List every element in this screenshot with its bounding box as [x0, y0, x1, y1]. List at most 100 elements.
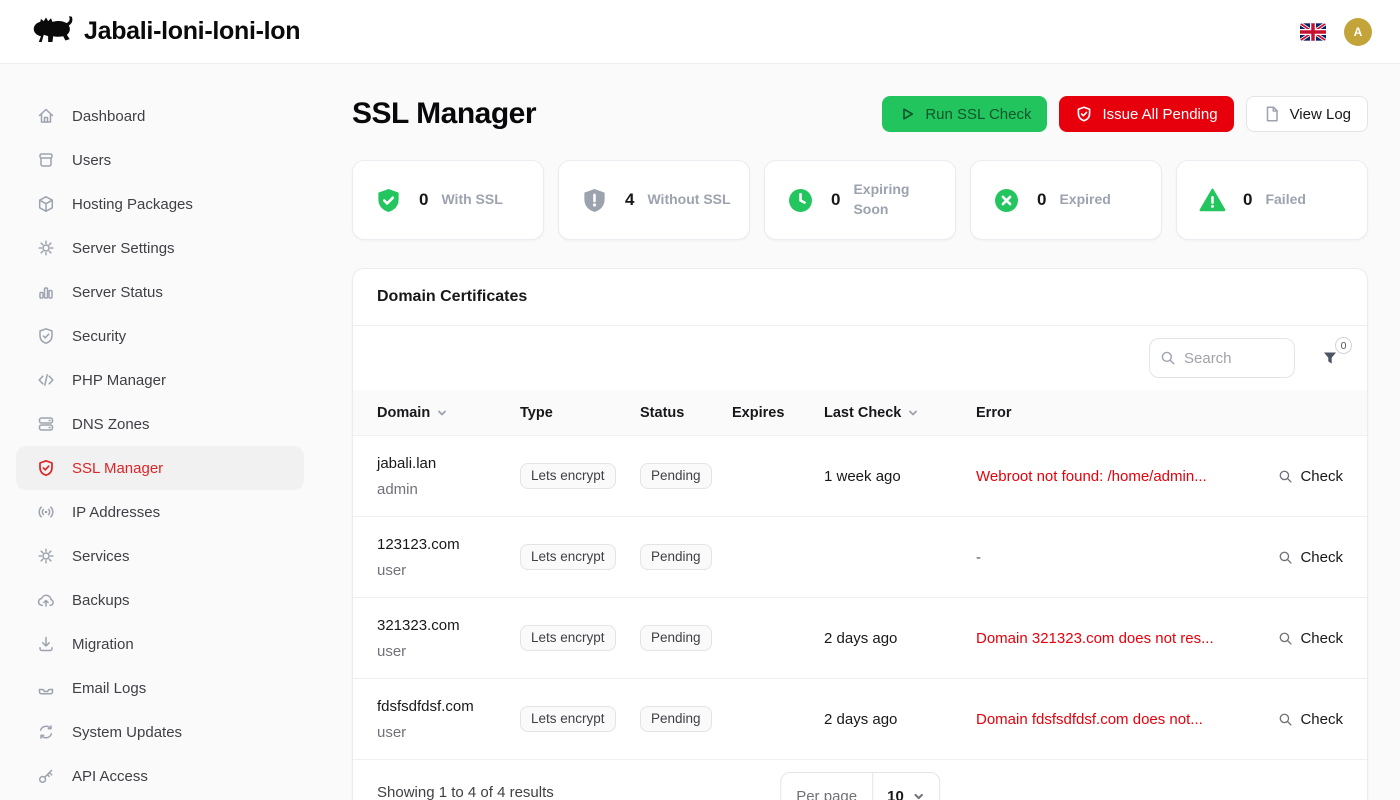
sidebar-item-php-manager[interactable]: PHP Manager — [16, 358, 304, 402]
boar-logo-icon — [28, 13, 74, 50]
document-icon — [1263, 105, 1281, 123]
code-icon — [36, 370, 56, 390]
top-header: Jabali-loni-loni-lon A — [0, 0, 1400, 64]
type-badge: Lets encrypt — [520, 544, 616, 570]
sidebar-item-system-updates[interactable]: System Updates — [16, 710, 304, 754]
stat-label: Expiring Soon — [853, 180, 939, 219]
last-check-cell: 1 week ago — [824, 468, 976, 485]
check-button[interactable]: Check — [1243, 630, 1343, 647]
sidebar-item-dashboard[interactable]: Dashboard — [16, 94, 304, 138]
sidebar-item-users[interactable]: Users — [16, 138, 304, 182]
column-last-check[interactable]: Last Check — [824, 405, 976, 421]
column-expires: Expires — [732, 405, 824, 421]
sidebar-item-dns-zones[interactable]: DNS Zones — [16, 402, 304, 446]
sidebar: Dashboard Users Hosting Packages Server … — [0, 64, 320, 800]
stat-value: 0 — [419, 190, 428, 210]
results-summary: Showing 1 to 4 of 4 results — [377, 784, 554, 800]
cube-icon — [36, 194, 56, 214]
sidebar-item-ip-addresses[interactable]: IP Addresses — [16, 490, 304, 534]
stat-value: 4 — [625, 190, 634, 210]
per-page-label: Per page — [781, 773, 873, 800]
check-button[interactable]: Check — [1243, 711, 1343, 728]
status-badge: Pending — [640, 544, 712, 570]
shield-check-icon — [375, 187, 402, 214]
brand[interactable]: Jabali-loni-loni-lon — [28, 13, 300, 50]
magnifier-icon — [1278, 712, 1293, 727]
stat-value: 0 — [831, 190, 840, 210]
last-check-cell: 2 days ago — [824, 630, 976, 647]
sidebar-item-server-settings[interactable]: Server Settings — [16, 226, 304, 270]
per-page-value: 10 — [887, 788, 904, 800]
sidebar-item-migration[interactable]: Migration — [16, 622, 304, 666]
gear-icon — [36, 238, 56, 258]
table-row: 123123.com user Lets encrypt Pending - C… — [353, 517, 1367, 598]
stats-row: 0 With SSL 4 Without SSL 0 Expiring Soon — [352, 160, 1368, 240]
refresh-icon — [36, 722, 56, 742]
domain-owner: user — [377, 562, 520, 579]
shield-check-icon — [36, 458, 56, 478]
check-button[interactable]: Check — [1243, 549, 1343, 566]
type-badge: Lets encrypt — [520, 625, 616, 651]
error-cell: Domain fdsfsdfdsf.com does not... — [976, 711, 1243, 728]
search-icon — [1160, 350, 1176, 366]
stat-label: With SSL — [441, 190, 527, 210]
stat-label: Without SSL — [647, 190, 733, 210]
cloud-upload-icon — [36, 590, 56, 610]
key-icon — [36, 766, 56, 786]
sidebar-item-services[interactable]: Services — [16, 534, 304, 578]
card-title: Domain Certificates — [377, 288, 1343, 306]
status-badge: Pending — [640, 625, 712, 651]
page-title: SSL Manager — [352, 97, 536, 131]
per-page-select[interactable]: Per page 10 — [780, 772, 940, 800]
magnifier-icon — [1278, 631, 1293, 646]
bar-chart-icon — [36, 282, 56, 302]
stat-card-failed: 0 Failed — [1176, 160, 1368, 240]
server-stack-icon — [36, 414, 56, 434]
stat-card-expiring-soon: 0 Expiring Soon — [764, 160, 956, 240]
sidebar-item-hosting-packages[interactable]: Hosting Packages — [16, 182, 304, 226]
column-domain[interactable]: Domain — [377, 405, 520, 421]
table-header: Domain Type Status Expires Last Check Er… — [353, 390, 1367, 436]
main-content: SSL Manager Run SSL Check Issue All Pend… — [320, 64, 1400, 800]
table-row: 321323.com user Lets encrypt Pending 2 d… — [353, 598, 1367, 679]
check-button[interactable]: Check — [1243, 468, 1343, 485]
domain-owner: admin — [377, 481, 520, 498]
language-flag-icon[interactable] — [1300, 23, 1326, 41]
domain-name: jabali.lan — [377, 455, 520, 472]
clock-icon — [787, 187, 814, 214]
view-log-button[interactable]: View Log — [1246, 96, 1368, 132]
sidebar-item-backups[interactable]: Backups — [16, 578, 304, 622]
user-avatar[interactable]: A — [1344, 18, 1372, 46]
play-icon — [898, 105, 916, 123]
chevron-down-icon — [912, 790, 925, 800]
table-toolbar: 0 — [353, 326, 1367, 390]
type-badge: Lets encrypt — [520, 706, 616, 732]
domain-certificates-card: Domain Certificates 0 Domain Type — [352, 268, 1368, 800]
status-badge: Pending — [640, 463, 712, 489]
table-row: jabali.lan admin Lets encrypt Pending 1 … — [353, 436, 1367, 517]
error-cell: Domain 321323.com does not res... — [976, 630, 1243, 647]
sidebar-item-ssl-manager[interactable]: SSL Manager — [16, 446, 304, 490]
domain-owner: user — [377, 724, 520, 741]
sidebar-item-email-logs[interactable]: Email Logs — [16, 666, 304, 710]
shield-exclamation-icon — [581, 187, 608, 214]
stat-card-with-ssl: 0 With SSL — [352, 160, 544, 240]
sidebar-item-api-access[interactable]: API Access — [16, 754, 304, 798]
warning-triangle-icon — [1199, 187, 1226, 214]
broadcast-icon — [36, 502, 56, 522]
column-type: Type — [520, 405, 640, 421]
app-title: Jabali-loni-loni-lon — [84, 17, 300, 46]
sidebar-item-security[interactable]: Security — [16, 314, 304, 358]
chevron-down-icon — [907, 407, 919, 419]
sidebar-item-server-status[interactable]: Server Status — [16, 270, 304, 314]
magnifier-icon — [1278, 469, 1293, 484]
archive-icon — [36, 150, 56, 170]
stat-card-expired: 0 Expired — [970, 160, 1162, 240]
issue-all-pending-button[interactable]: Issue All Pending — [1059, 96, 1233, 132]
type-badge: Lets encrypt — [520, 463, 616, 489]
shield-check-icon — [36, 326, 56, 346]
filter-button[interactable]: 0 — [1321, 349, 1339, 367]
column-error: Error — [976, 405, 1243, 421]
domain-name: fdsfsdfdsf.com — [377, 698, 520, 715]
run-ssl-check-button[interactable]: Run SSL Check — [882, 96, 1047, 132]
